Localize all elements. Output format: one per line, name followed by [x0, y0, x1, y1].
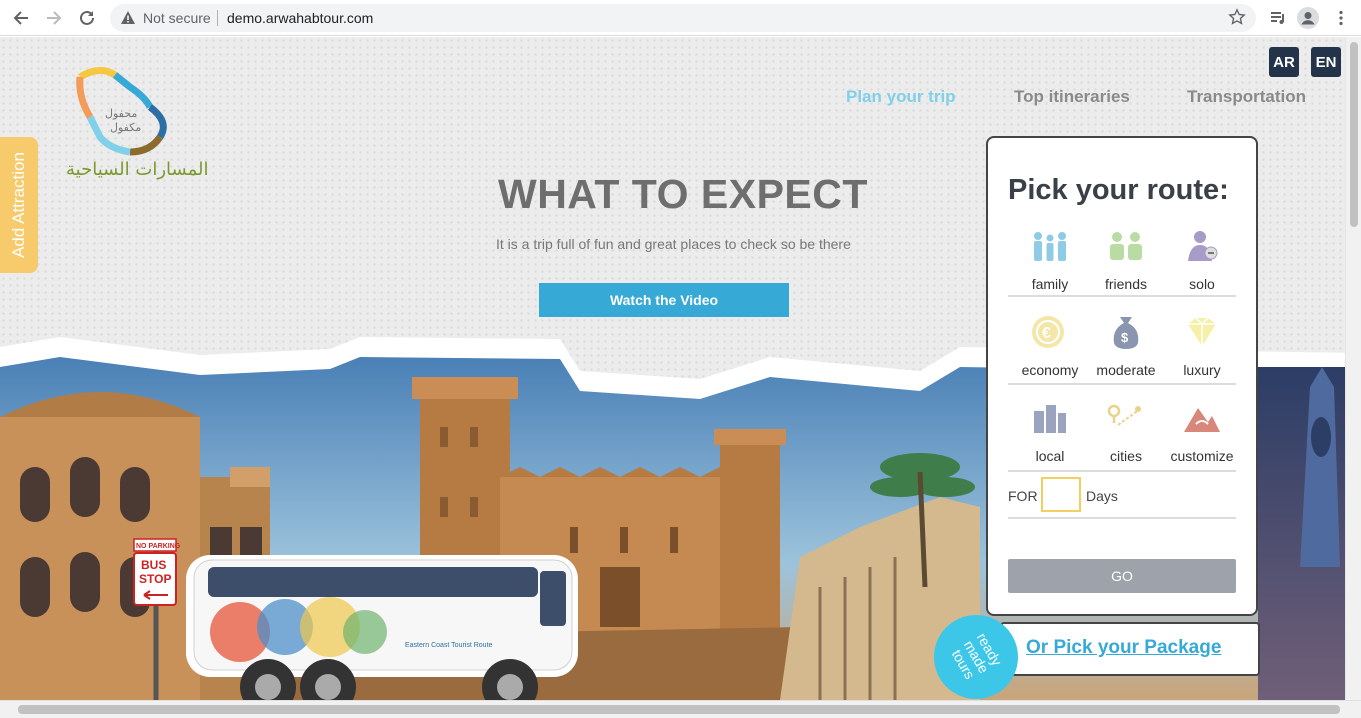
svg-text:STOP: STOP: [139, 572, 171, 586]
svg-text:$: $: [1121, 330, 1129, 345]
option-economy-label: economy: [1021, 362, 1079, 378]
reload-button[interactable]: [75, 6, 99, 30]
watch-video-button[interactable]: Watch the Video: [539, 283, 789, 317]
no-parking-text: NO PARKING: [136, 543, 181, 550]
address-bar[interactable]: Not secure demo.arwahabtour.com: [110, 4, 1256, 32]
logo-arabic-text: المسارات السياحية: [66, 159, 209, 180]
option-family[interactable]: family: [1010, 224, 1090, 292]
svg-text:€: €: [1042, 325, 1051, 342]
horizontal-scrollbar[interactable]: [0, 700, 1361, 718]
route-panel-title: Pick your route:: [1008, 174, 1229, 206]
add-attraction-tab[interactable]: Add Attraction: [0, 137, 38, 273]
ready-made-tours-label: ready made tours: [948, 630, 1006, 682]
route-divider: [1008, 517, 1236, 519]
omnibox-divider: [217, 10, 218, 26]
nav-top-itineraries[interactable]: Top itineraries: [1014, 87, 1130, 107]
profile-button[interactable]: [1296, 6, 1320, 30]
svg-text:مكفول: مكفول: [110, 121, 141, 134]
avatar-icon: [1297, 7, 1319, 29]
route-divider: [1008, 383, 1236, 385]
option-local[interactable]: local: [1010, 396, 1090, 464]
vertical-scroll-thumb[interactable]: [1350, 42, 1358, 227]
option-friends[interactable]: friends: [1086, 224, 1166, 292]
back-button[interactable]: [9, 6, 33, 30]
page-body: محفول مكفول المسارات السياحية AR EN Plan…: [0, 37, 1361, 700]
horizontal-scroll-thumb[interactable]: [18, 705, 1340, 714]
ready-made-tours-badge[interactable]: ready made tours: [934, 615, 1018, 699]
days-input[interactable]: [1041, 477, 1081, 512]
route-pin-icon: [1107, 404, 1141, 426]
option-moderate-label: moderate: [1096, 362, 1156, 378]
svg-text:محفول: محفول: [105, 107, 137, 120]
nav-transportation[interactable]: Transportation: [1187, 87, 1306, 107]
url-text[interactable]: demo.arwahabtour.com: [227, 10, 373, 26]
option-solo[interactable]: solo: [1162, 224, 1242, 292]
vertical-scrollbar[interactable]: [1345, 37, 1361, 700]
hero-headline: WHAT TO EXPECT: [498, 171, 868, 217]
solo-person-icon: [1188, 231, 1218, 261]
option-customize[interactable]: customize: [1162, 396, 1242, 464]
option-friends-label: friends: [1104, 276, 1148, 292]
option-moderate[interactable]: $ moderate: [1086, 310, 1166, 378]
svg-text:Eastern Coast Tourist Route: Eastern Coast Tourist Route: [405, 642, 493, 649]
for-label: FOR: [1008, 488, 1038, 504]
more-vert-icon: [1339, 10, 1343, 26]
option-cities-label: cities: [1110, 448, 1142, 464]
media-button[interactable]: [1266, 6, 1290, 30]
option-customize-label: customize: [1170, 448, 1234, 464]
euro-coin-icon: €: [1032, 316, 1064, 348]
option-solo-label: solo: [1189, 276, 1215, 292]
arrow-right-icon: [47, 11, 62, 25]
lang-ar-button[interactable]: AR: [1269, 47, 1299, 77]
security-status: Not secure: [143, 10, 211, 26]
mountain-icon: [1184, 408, 1220, 432]
add-attraction-label: Add Attraction: [9, 152, 28, 258]
option-local-label: local: [1035, 448, 1065, 464]
saudi-map-logo-icon: محفول مكفول: [76, 67, 167, 156]
days-label: Days: [1086, 488, 1118, 504]
option-cities[interactable]: cities: [1086, 396, 1166, 464]
family-icon: [1034, 232, 1066, 261]
money-bag-icon: $: [1113, 317, 1139, 349]
route-divider: [1008, 470, 1236, 472]
option-luxury-label: luxury: [1183, 362, 1221, 378]
local-buildings-icon: [1034, 405, 1066, 433]
package-box: Or Pick your Package: [1000, 622, 1260, 676]
bookmark-star-icon[interactable]: [1228, 8, 1246, 26]
menu-button[interactable]: [1329, 6, 1353, 30]
lang-en-button[interactable]: EN: [1311, 47, 1341, 77]
arrow-left-icon: [13, 11, 28, 25]
go-button[interactable]: GO: [1008, 559, 1236, 593]
option-economy[interactable]: € economy: [1010, 310, 1090, 378]
friends-icon: [1110, 232, 1142, 260]
svg-text:BUS: BUS: [141, 558, 166, 572]
route-divider: [1008, 295, 1236, 297]
browser-toolbar: Not secure demo.arwahabtour.com: [0, 0, 1361, 36]
diamond-icon: [1188, 317, 1216, 346]
option-luxury[interactable]: luxury: [1162, 310, 1242, 378]
reload-icon: [80, 10, 94, 25]
route-panel: Pick your route: family friends solo € e…: [986, 136, 1258, 616]
nav-plan-your-trip[interactable]: Plan your trip: [846, 87, 956, 107]
playlist-icon: [1271, 12, 1284, 24]
forward-button[interactable]: [42, 6, 66, 30]
pick-package-link[interactable]: Or Pick your Package: [1026, 637, 1221, 659]
hero-subline: It is a trip full of fun and great place…: [496, 236, 851, 252]
warning-icon: [121, 11, 135, 24]
option-family-label: family: [1031, 276, 1069, 292]
